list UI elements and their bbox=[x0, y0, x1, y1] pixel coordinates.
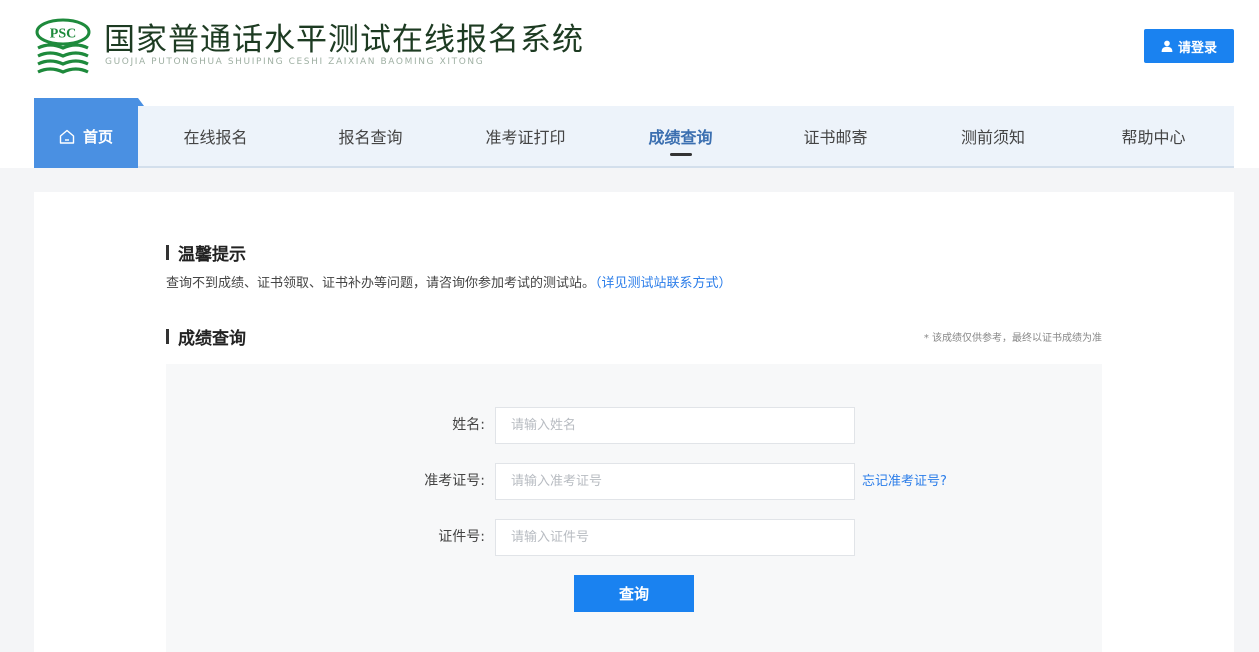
id-number-row: 证件号: bbox=[166, 519, 1102, 556]
tip-heading: 温馨提示 bbox=[166, 240, 246, 265]
forgot-admission-number-link[interactable]: 忘记准考证号? bbox=[862, 463, 947, 500]
main-content-card: 温馨提示 查询不到成绩、证书领取、证书补办等问题，请咨询你参加考试的测试站。（详… bbox=[34, 192, 1234, 652]
name-row: 姓名: bbox=[166, 407, 1102, 444]
site-subtitle: GUOJIA PUTONGHUA SHUIPING CESHI ZAIXIAN … bbox=[105, 57, 485, 67]
logo-text: PSC bbox=[50, 27, 76, 42]
admission-number-label: 准考证号: bbox=[424, 473, 485, 489]
admission-number-input[interactable] bbox=[495, 463, 855, 500]
name-input[interactable] bbox=[495, 407, 855, 444]
nav-item-registration-query[interactable]: 报名查询 bbox=[293, 106, 448, 166]
id-number-label: 证件号: bbox=[438, 529, 485, 545]
user-icon bbox=[1161, 40, 1173, 52]
login-button[interactable]: 请登录 bbox=[1144, 29, 1234, 63]
tip-text: 查询不到成绩、证书领取、证书补办等问题，请咨询你参加考试的测试站。（详见测试站联… bbox=[166, 272, 732, 291]
score-disclaimer-note: * 该成绩仅供参考，最终以证书成绩为准 bbox=[923, 333, 1102, 344]
nav-item-certificate-mailing[interactable]: 证书邮寄 bbox=[758, 106, 913, 166]
site-title: 国家普通话水平测试在线报名系统 bbox=[104, 22, 584, 58]
main-nav: 首页 在线报名 报名查询 准考证打印 成绩查询 证书邮寄 测前须知 帮助中心 bbox=[34, 98, 1234, 168]
active-tab-indicator bbox=[669, 153, 692, 156]
nav-home[interactable]: 首页 bbox=[34, 98, 138, 168]
nav-item-help-center[interactable]: 帮助中心 bbox=[1073, 106, 1234, 166]
tip-body: 查询不到成绩、证书领取、证书补办等问题，请咨询你参加考试的测试站。 bbox=[166, 276, 596, 291]
nav-item-admission-ticket-print[interactable]: 准考证打印 bbox=[448, 106, 603, 166]
score-query-form: 姓名: 准考证号: 忘记准考证号? 证件号: 查询 bbox=[166, 364, 1102, 652]
admission-number-row: 准考证号: 忘记准考证号? bbox=[166, 463, 1102, 500]
nav-item-online-registration[interactable]: 在线报名 bbox=[138, 106, 293, 166]
score-query-heading: 成绩查询 bbox=[166, 324, 246, 349]
nav-home-label: 首页 bbox=[82, 127, 113, 146]
tip-heading-text: 温馨提示 bbox=[178, 245, 246, 265]
psc-logo-icon[interactable]: PSC bbox=[34, 18, 92, 74]
home-icon bbox=[59, 129, 75, 144]
section-bar bbox=[166, 329, 169, 344]
login-label: 请登录 bbox=[1177, 40, 1217, 56]
name-label: 姓名: bbox=[452, 417, 485, 433]
query-button[interactable]: 查询 bbox=[574, 575, 694, 612]
id-number-input[interactable] bbox=[495, 519, 855, 556]
nav-item-score-query-label: 成绩查询 bbox=[648, 128, 713, 147]
score-query-heading-text: 成绩查询 bbox=[178, 329, 246, 349]
test-station-contact-link[interactable]: （详见测试站联系方式） bbox=[595, 276, 732, 291]
section-bar bbox=[166, 245, 169, 260]
nav-item-pre-test-notice[interactable]: 测前须知 bbox=[913, 106, 1073, 166]
nav-item-score-query[interactable]: 成绩查询 bbox=[603, 106, 758, 166]
